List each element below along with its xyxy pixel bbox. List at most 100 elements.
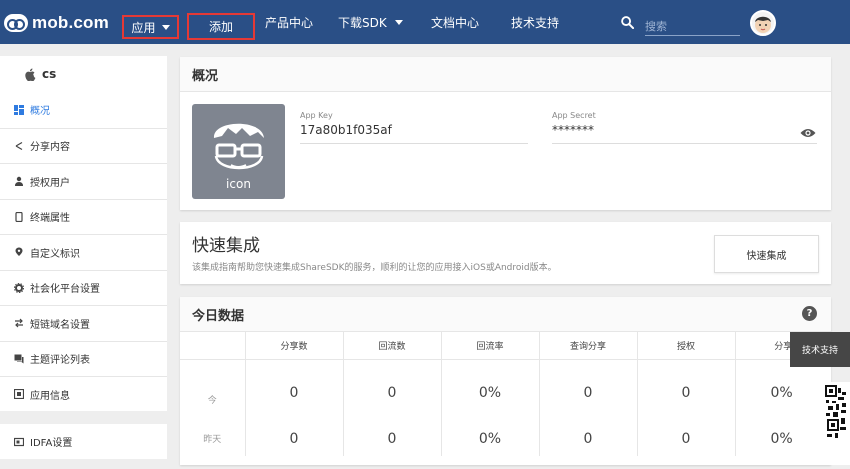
- caret-down-icon: [161, 24, 170, 30]
- user-avatar[interactable]: [750, 10, 776, 36]
- app-key-value[interactable]: 17a80b1f035af: [300, 123, 392, 137]
- nav-product-center-label: 产品中心: [265, 15, 314, 30]
- table-cell: 0%: [441, 359, 540, 421]
- table-row: 今 0 0 0% 0 0 0%: [180, 359, 831, 421]
- user-icon: [15, 177, 23, 187]
- info-icon: [14, 389, 24, 400]
- sidebar-app-name: cs: [42, 67, 57, 81]
- avatar-face-icon: [755, 16, 771, 33]
- table-cell: 0%: [441, 421, 540, 456]
- app-secret-underline: [552, 143, 817, 144]
- link-icon: [15, 318, 23, 328]
- sidebar-item-label: 概况: [30, 106, 50, 118]
- phone-icon: [15, 211, 23, 222]
- table-header: 授权: [637, 332, 736, 360]
- logo-text: mob.com: [32, 13, 109, 32]
- quick-start-button[interactable]: 快速集成: [714, 235, 819, 273]
- sidebar-item-terminal-attributes[interactable]: 终端属性: [0, 198, 167, 235]
- table-header: 查询分享: [539, 332, 638, 360]
- table-cell: 0%: [770, 430, 793, 447]
- sidebar-item-label: 应用信息: [30, 390, 70, 402]
- overview-title: 概况: [180, 57, 831, 92]
- table-header: 回流数: [343, 332, 442, 360]
- table-header: 回流率: [441, 332, 540, 360]
- today-stats-table: 分享数 回流数 回流率 查询分享 授权 分享 今 0 0 0% 0 0 0% 昨…: [180, 332, 831, 456]
- mob-logo-icon: [4, 14, 28, 32]
- nav-docs[interactable]: 文档中心: [431, 0, 479, 44]
- sidebar-item-idfa-settings[interactable]: IDFA设置: [0, 424, 167, 459]
- app-key-underline: [300, 143, 528, 144]
- dashboard-icon: [14, 104, 24, 115]
- sidebar-item-label: 主题评论列表: [30, 355, 90, 367]
- top-navigation-bar: mob.com 应用 添加 产品中心 下载SDK 文档中心 技术支持 搜索: [0, 0, 850, 44]
- quick-start-description: 该集成指南帮助您快速集成ShareSDK的服务，顺利的让您的应用接入iOS或An…: [192, 263, 557, 273]
- sidebar-item-label: 终端属性: [30, 213, 70, 225]
- app-key-label: App Key: [300, 111, 333, 120]
- nav-docs-label: 文档中心: [431, 15, 480, 30]
- sidebar-item-custom-identifier[interactable]: 自定义标识: [0, 234, 167, 270]
- table-cell: 0: [343, 359, 442, 421]
- table-cell: 0: [637, 421, 736, 456]
- table-header-empty: [180, 332, 246, 360]
- app-secret-label: App Secret: [552, 111, 596, 120]
- idfa-icon: [14, 437, 24, 446]
- sidebar-item-authorized-users[interactable]: 授权用户: [0, 163, 167, 199]
- sidebar-item-label: 短链域名设置: [30, 319, 90, 331]
- table-cell: 0: [245, 359, 344, 421]
- row-label: 今: [180, 359, 246, 421]
- sidebar-item-topic-comments[interactable]: 主题评论列表: [0, 340, 167, 377]
- apple-icon: [25, 67, 36, 81]
- sidebar-item-short-link-domain[interactable]: 短链域名设置: [0, 305, 167, 341]
- nav-download-sdk-label: 下载SDK: [338, 15, 387, 30]
- sidebar: cs 概况 分享内容 授权用户 终端属性 自定义标识 社会化平台设置 短链域名设…: [0, 56, 167, 411]
- logo[interactable]: mob.com: [4, 10, 109, 36]
- table-cell: 0%: [770, 385, 793, 402]
- gear-icon: [14, 282, 24, 293]
- sidebar-item-app-info[interactable]: 应用信息: [0, 376, 167, 412]
- today-data-card: 今日数据 ? 分享数 回流数 回流率 查询分享 授权 分享 今 0 0 0% 0…: [180, 297, 831, 465]
- sidebar-item-label: 社会化平台设置: [30, 284, 100, 296]
- table-row: 昨天 0 0 0% 0 0 0%: [180, 421, 831, 456]
- quick-start-card: 快速集成 该集成指南帮助您快速集成ShareSDK的服务，顺利的让您的应用接入i…: [180, 222, 831, 284]
- sidebar-item-label: 授权用户: [30, 177, 70, 189]
- map-pin-icon: [15, 247, 23, 257]
- table-cell: 0: [539, 421, 638, 456]
- floating-tech-support-button[interactable]: 技术支持: [790, 332, 850, 367]
- sidebar-item-social-platform-settings[interactable]: 社会化平台设置: [0, 269, 167, 306]
- nav-add-button[interactable]: 添加: [187, 13, 255, 40]
- nav-app-dropdown[interactable]: 应用: [122, 15, 179, 39]
- help-icon[interactable]: ?: [802, 306, 817, 321]
- table-cell: 0: [539, 359, 638, 421]
- sidebar-item-share-content[interactable]: 分享内容: [0, 127, 167, 164]
- nav-tech-support-label: 技术支持: [511, 15, 560, 30]
- nav-add-label: 添加: [208, 20, 233, 34]
- sidebar-item-label: IDFA设置: [30, 438, 73, 449]
- quick-start-title: 快速集成: [192, 236, 260, 256]
- search-icon[interactable]: [621, 16, 634, 29]
- share-icon: [15, 141, 23, 150]
- comment-icon: [14, 354, 24, 364]
- sidebar-item-label: 自定义标识: [30, 248, 80, 260]
- nav-download-sdk[interactable]: 下载SDK: [338, 0, 403, 44]
- sidebar-item-label: 分享内容: [30, 142, 70, 154]
- app-avatar-icon: [213, 123, 264, 170]
- nav-app-label: 应用: [131, 20, 156, 35]
- sidebar-app-title[interactable]: cs: [0, 56, 167, 92]
- table-cell: 0: [245, 421, 344, 456]
- app-icon[interactable]: icon: [192, 104, 285, 199]
- caret-down-icon: [394, 19, 403, 25]
- show-secret-eye-icon[interactable]: [800, 128, 816, 138]
- search-input[interactable]: 搜索: [645, 14, 740, 36]
- nav-tech-support[interactable]: 技术支持: [511, 0, 559, 44]
- table-cell: 0: [343, 421, 442, 456]
- table-header: 分享数: [245, 332, 344, 360]
- overview-card: 概况 icon App Key 17a80b1f035af App Secret…: [180, 57, 831, 210]
- table-header-row: 分享数 回流数 回流率 查询分享 授权 分享: [180, 332, 831, 360]
- sidebar-item-overview[interactable]: 概况: [0, 92, 167, 128]
- qr-code: [820, 382, 850, 465]
- row-label: 昨天: [180, 421, 246, 456]
- app-secret-value[interactable]: *******: [552, 123, 594, 137]
- nav-product-center[interactable]: 产品中心: [265, 0, 313, 44]
- table-cell: 0: [637, 359, 736, 421]
- qr-code-image: [825, 385, 846, 438]
